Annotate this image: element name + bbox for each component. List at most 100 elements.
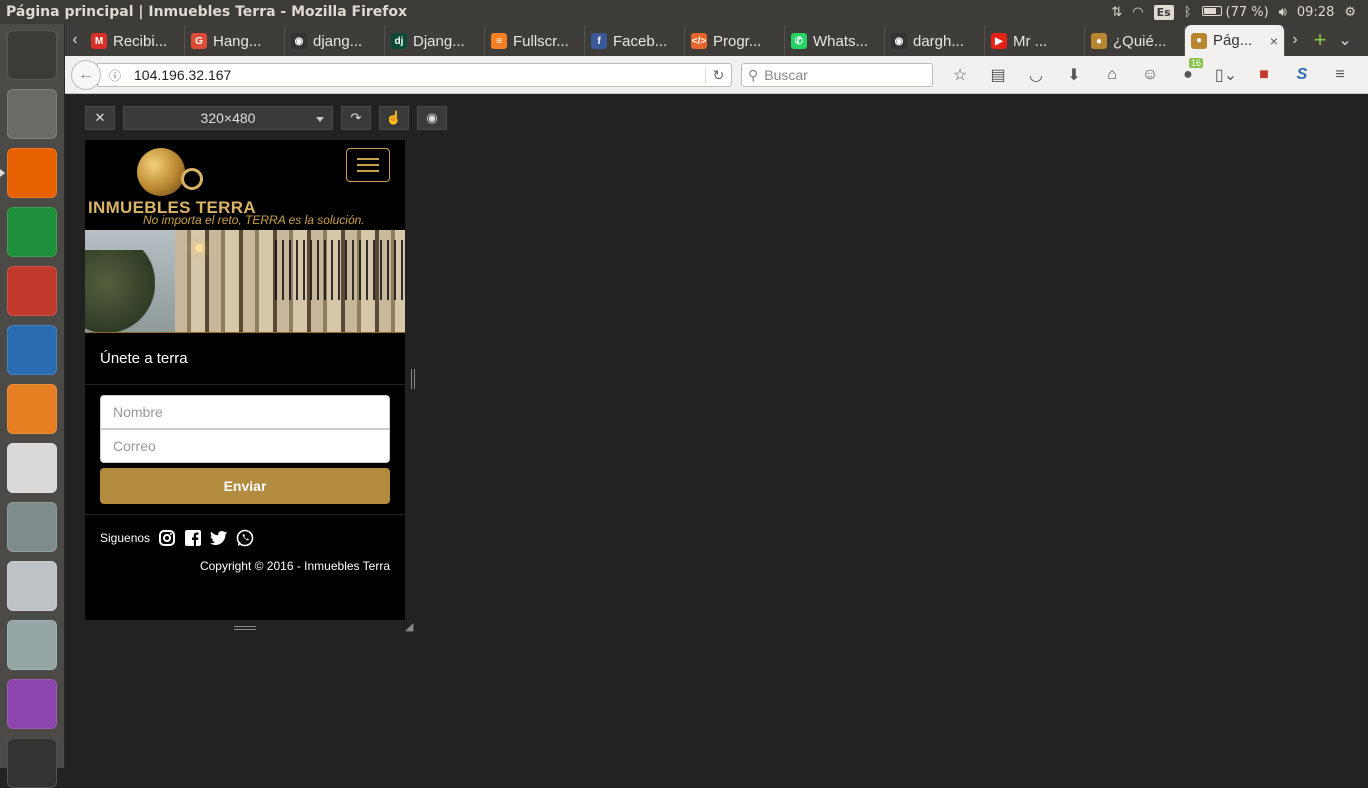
network-icon[interactable]: ⇅: [1111, 5, 1122, 20]
bluetooth-icon[interactable]: ᛒ: [1184, 5, 1192, 20]
disk-icon[interactable]: [7, 620, 57, 670]
follow-row: Siguenos: [100, 529, 390, 547]
search-icon: ⚲: [748, 66, 759, 83]
tab[interactable]: M Recibi...: [85, 26, 185, 56]
system-settings-icon[interactable]: [7, 502, 57, 552]
send-button[interactable]: Enviar: [100, 468, 390, 504]
hello-icon[interactable]: ☺: [1131, 62, 1169, 88]
globe-logo-icon[interactable]: [137, 148, 185, 196]
github-icon: ◉: [291, 33, 307, 49]
gmail-icon: M: [91, 33, 107, 49]
new-tab-button[interactable]: +: [1305, 24, 1335, 56]
facebook-icon[interactable]: [184, 529, 202, 547]
ubuntu-dash-icon[interactable]: [7, 30, 57, 80]
whatsapp-icon: ✆: [791, 33, 807, 49]
menu-icon[interactable]: ≡: [1321, 62, 1359, 88]
url-text: 104.196.32.167: [134, 67, 232, 83]
screenshot-icon[interactable]: ◉: [417, 106, 447, 130]
writer-icon[interactable]: [7, 325, 57, 375]
email-field[interactable]: [100, 429, 390, 463]
tab-label: Djang...: [413, 32, 465, 50]
top-panel: Página principal | Inmuebles Terra - Moz…: [0, 0, 1368, 24]
info-icon[interactable]: ⓘ: [104, 67, 126, 84]
back-button[interactable]: ←: [71, 60, 101, 90]
tab[interactable]: ● ¿Quié...: [1085, 26, 1185, 56]
extension-badge-icon[interactable]: ● 16: [1169, 58, 1207, 88]
addon-s-icon[interactable]: S: [1283, 62, 1321, 88]
nav-bar: ⓘ 104.196.32.167 ↻ ← ⚲ Buscar ☆ ▤ ◡ ⬇ ⌂ …: [65, 56, 1368, 94]
instagram-icon[interactable]: [158, 529, 176, 547]
files-icon[interactable]: [7, 89, 57, 139]
tab-label: Mr ...: [1013, 32, 1048, 50]
volume-icon[interactable]: 🔊︎: [1279, 5, 1287, 20]
tab-label: dargh...: [913, 32, 964, 50]
firefox-icon[interactable]: [7, 148, 57, 198]
wifi-icon[interactable]: ◠: [1132, 5, 1143, 20]
clock[interactable]: 09:28: [1297, 5, 1334, 20]
site-footer: Siguenos Copyright © 2016 - Inmuebles Te…: [85, 515, 405, 615]
bookmark-star-icon[interactable]: ☆: [941, 62, 979, 88]
tab-label: djang...: [313, 32, 363, 50]
tab-label: Faceb...: [613, 32, 668, 50]
tab-label: Progr...: [713, 32, 762, 50]
whatsapp-icon[interactable]: [236, 529, 254, 547]
tab[interactable]: ◉ djang...: [285, 26, 385, 56]
tab[interactable]: dj Djang...: [385, 26, 485, 56]
keyboard-indicator[interactable]: Es: [1153, 4, 1174, 20]
hero-image: [85, 230, 405, 333]
close-icon[interactable]: ✕: [85, 106, 115, 130]
resize-handle-right[interactable]: [411, 369, 415, 389]
tab[interactable]: ◉ dargh...: [885, 26, 985, 56]
tab[interactable]: ≡ Fullscr...: [485, 26, 585, 56]
pocket-icon[interactable]: ◡: [1017, 62, 1055, 88]
tab-label: Pág...: [1213, 32, 1253, 49]
tab[interactable]: G Hang...: [185, 26, 285, 56]
name-field[interactable]: [100, 395, 390, 429]
software-center-icon[interactable]: [7, 384, 57, 434]
tagline: No importa el reto, TERRA es la solución…: [143, 213, 365, 227]
reading-list-icon[interactable]: ▤: [979, 62, 1017, 88]
workspace-switcher-icon[interactable]: [7, 679, 57, 729]
url-bar[interactable]: ⓘ 104.196.32.167 ↻: [97, 63, 732, 87]
gear-icon[interactable]: ⚙: [1344, 5, 1356, 20]
tab-strip: ‹ M Recibi... G Hang... ◉ djang... dj Djang... ≡…: [65, 24, 1368, 56]
software-updater-icon[interactable]: [7, 561, 57, 611]
clipboard-icon[interactable]: ▯⌄: [1207, 62, 1245, 88]
download-icon[interactable]: ⬇: [1055, 62, 1093, 88]
youtube-icon: ▶: [991, 33, 1007, 49]
impress-icon[interactable]: [7, 266, 57, 316]
addon-red-icon[interactable]: ■: [1245, 62, 1283, 88]
tab[interactable]: ✆ Whats...: [785, 26, 885, 56]
device-size-select[interactable]: 320×480: [123, 106, 333, 130]
toolbar-icons: ☆ ▤ ◡ ⬇ ⌂ ☺ ● 16 ▯⌄ ■ S ≡: [941, 58, 1359, 88]
resize-handle-corner[interactable]: ◢: [405, 620, 417, 633]
google-plus-icon: G: [191, 33, 207, 49]
tab-list-button[interactable]: ⌄: [1335, 24, 1355, 56]
tab-scroll-right[interactable]: ›: [1285, 24, 1305, 56]
touch-icon[interactable]: ☝: [379, 106, 409, 130]
terminal-icon[interactable]: [7, 738, 57, 788]
site-header: INMUEBLES TERRA No importa el reto, TERR…: [85, 140, 405, 230]
resize-handle-bottom[interactable]: [234, 626, 256, 630]
search-bar[interactable]: ⚲ Buscar: [741, 63, 933, 87]
home-icon[interactable]: ⌂: [1093, 62, 1131, 88]
calc-icon[interactable]: [7, 207, 57, 257]
join-title: Únete a terra: [85, 333, 405, 385]
tab[interactable]: f Faceb...: [585, 26, 685, 56]
battery-indicator[interactable]: (77 %): [1201, 5, 1269, 20]
rotate-icon[interactable]: ↷: [341, 106, 371, 130]
amazon-icon[interactable]: [7, 443, 57, 493]
twitter-icon[interactable]: [210, 529, 228, 547]
follow-label: Siguenos: [100, 531, 151, 545]
close-tab-icon[interactable]: ×: [1270, 33, 1278, 49]
indicators: ⇅ ◠ Es ᛒ (77 %) 🔊︎ 09:28 ⚙: [1111, 4, 1368, 20]
tab[interactable]: ▶ Mr ...: [985, 26, 1085, 56]
tab-label: Recibi...: [113, 32, 168, 50]
stackoverflow-icon: ≡: [491, 33, 507, 49]
responsive-design-toolbar: ✕ 320×480 ↷ ☝ ◉: [85, 106, 447, 130]
hamburger-menu-icon[interactable]: [346, 148, 390, 182]
reload-icon[interactable]: ↻: [705, 66, 731, 84]
tab[interactable]: </> Progr...: [685, 26, 785, 56]
tab-active[interactable]: ● Pág... ×: [1185, 25, 1285, 56]
tab-scroll-left[interactable]: ‹: [65, 24, 85, 56]
